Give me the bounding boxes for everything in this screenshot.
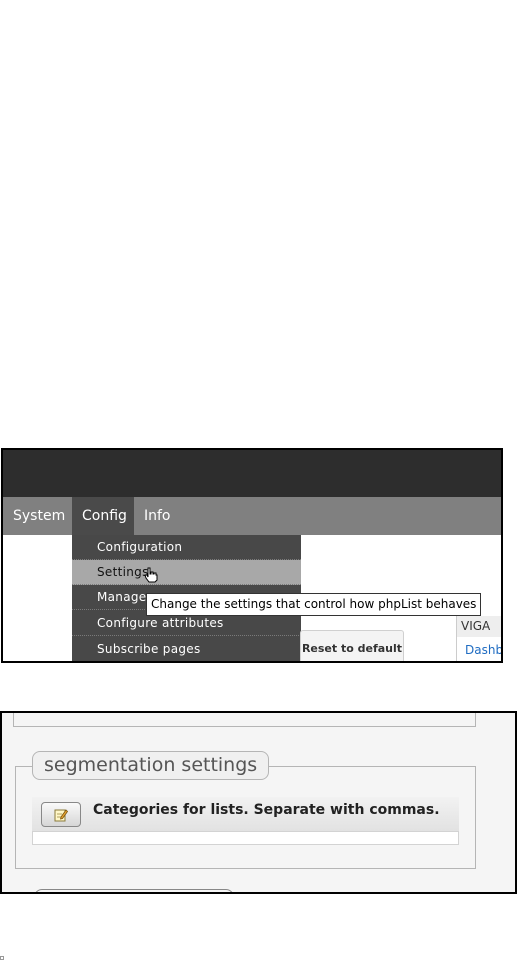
setting-row-list-categories: Categories for lists. Separate with comm…: [32, 797, 459, 832]
edit-setting-button[interactable]: [41, 802, 81, 827]
side-nav-heading: VIGA: [457, 616, 501, 637]
reset-to-default-button[interactable]: Reset to default: [300, 630, 404, 661]
menu-tab-info[interactable]: Info: [134, 497, 181, 535]
menu-tab-config[interactable]: Config: [72, 497, 134, 535]
hand-pointer-icon: [144, 567, 158, 583]
top-header-bar: [3, 450, 501, 497]
edit-pencil-icon: [54, 809, 68, 822]
menu-screenshot: System Config Info Configuration Setting…: [1, 448, 503, 663]
previous-settings-fieldset: [13, 713, 476, 727]
stray-marker: [0, 956, 4, 960]
side-navigation-panel: VIGA Dashb help: [456, 616, 501, 661]
settings-tooltip: Change the settings that control how php…: [146, 593, 482, 616]
setting-value-field[interactable]: [32, 831, 459, 845]
setting-description: Categories for lists. Separate with comm…: [93, 802, 440, 818]
menu-item-settings[interactable]: Settings: [72, 560, 301, 585]
segmentation-settings-legend[interactable]: segmentation settings: [32, 751, 270, 780]
menu-tab-system[interactable]: System: [3, 497, 75, 535]
settings-screenshot: segmentation settings Categories for lis…: [0, 711, 517, 894]
menu-item-configuration[interactable]: Configuration: [72, 535, 301, 560]
menu-item-subscribe-pages[interactable]: Subscribe pages: [72, 637, 301, 661]
side-nav-link-dashboard[interactable]: Dashb: [465, 643, 501, 657]
next-fieldset-legend: [34, 889, 234, 892]
main-menu-bar: System Config Info: [3, 497, 501, 535]
